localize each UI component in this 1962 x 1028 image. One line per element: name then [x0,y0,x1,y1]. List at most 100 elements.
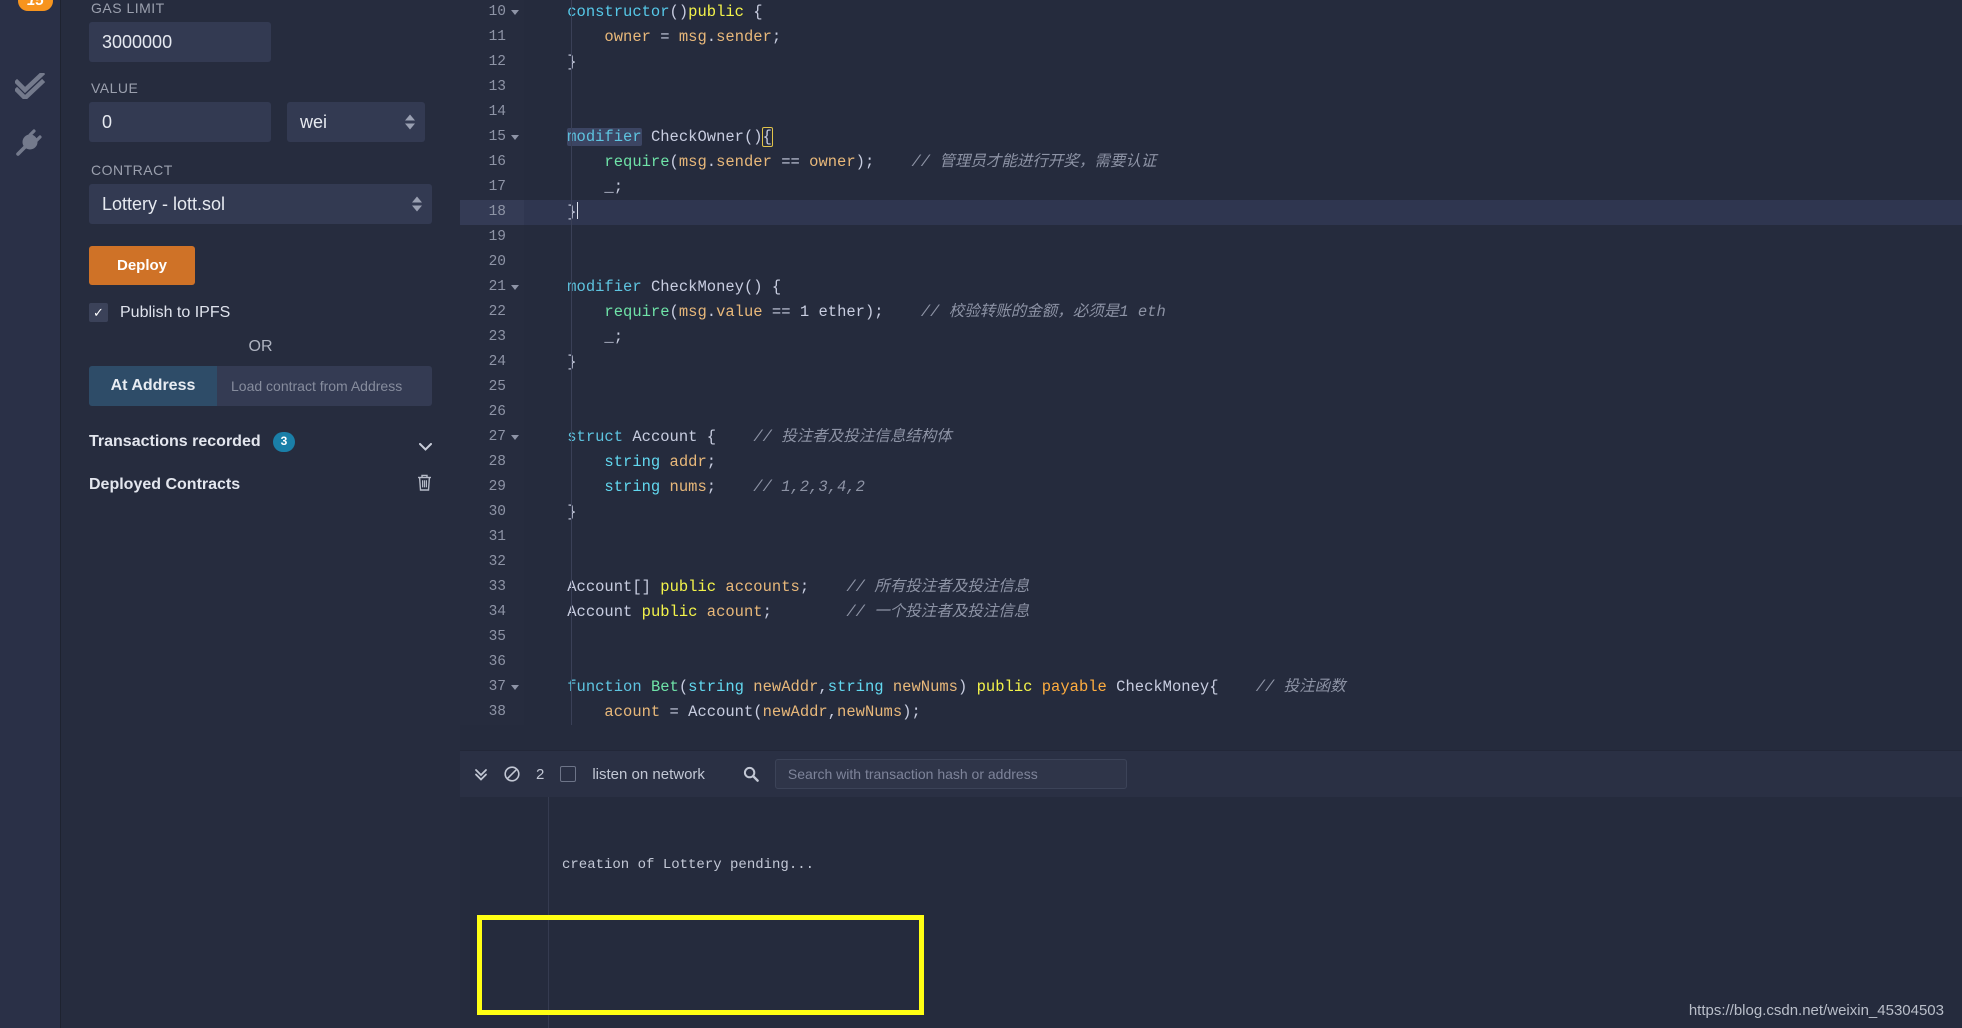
code-line[interactable]: 36 [460,650,1962,675]
code-line-text: Account public acount; // 一个投注者及投注信息 [524,600,1962,625]
deployed-contracts-label: Deployed Contracts [89,475,241,493]
chevron-down-icon[interactable] [419,438,432,451]
fold-arrow-icon[interactable] [511,135,519,140]
double-check-icon [15,73,45,99]
ban-icon[interactable] [504,766,520,782]
trash-icon[interactable] [417,474,432,496]
fold-arrow-icon[interactable] [511,435,519,440]
fold-arrow-icon[interactable] [511,10,519,15]
code-line[interactable]: 19 [460,225,1962,250]
code-line[interactable]: 17 _; [460,175,1962,200]
code-line[interactable]: 15 modifier CheckOwner(){ [460,125,1962,150]
at-address-button[interactable]: At Address [89,366,217,406]
terminal-log-count: 2 [536,765,545,783]
search-icon[interactable] [743,766,759,782]
code-line[interactable]: 20 [460,250,1962,275]
code-editor[interactable]: 10 constructor()public {11 owner = msg.s… [460,0,1962,733]
code-line[interactable]: 38 acount = Account(newAddr,newNums); [460,700,1962,725]
line-number: 26 [460,400,524,425]
line-number: 36 [460,650,524,675]
value-unit-label: wei [300,111,328,132]
line-number: 21 [460,275,524,300]
watermark-url: https://blog.csdn.net/weixin_45304503 [1688,1002,1944,1019]
code-line[interactable]: 10 constructor()public { [460,0,1962,25]
line-number: 22 [460,300,524,325]
line-number: 17 [460,175,524,200]
code-line[interactable]: 13 [460,75,1962,100]
pending-highlight-box [477,915,924,1015]
code-line[interactable]: 31 [460,525,1962,550]
code-line-text: _; [524,175,1962,200]
rail-item-compile[interactable] [0,58,60,114]
code-line[interactable]: 22 require(msg.value == 1 ether); // 校验转… [460,300,1962,325]
code-line-text: modifier CheckMoney() { [524,275,1962,300]
gas-limit-input[interactable] [89,22,271,62]
value-input[interactable] [89,102,271,142]
publish-to-ipfs-row[interactable]: ✓ Publish to IPFS [89,303,432,322]
deployed-contracts-section[interactable]: Deployed Contracts [89,474,432,496]
transactions-count-badge: 3 [272,432,296,452]
transaction-search-input[interactable] [774,759,1127,789]
code-line[interactable]: 28 string addr; [460,450,1962,475]
line-number: 16 [460,150,524,175]
code-line-text [524,375,1962,400]
code-line-text [524,550,1962,575]
contract-selected-label: Lottery - lott.sol [102,193,226,214]
publish-ipfs-checkbox[interactable]: ✓ [89,303,108,322]
line-number: 38 [460,700,524,725]
code-line[interactable]: 34 Account public acount; // 一个投注者及投注信息 [460,600,1962,625]
code-line[interactable]: 33 Account[] public accounts; // 所有投注者及投… [460,575,1962,600]
code-line[interactable]: 11 owner = msg.sender; [460,25,1962,50]
line-number: 14 [460,100,524,125]
code-line[interactable]: 37 function Bet(string newAddr,string ne… [460,675,1962,700]
code-line[interactable]: 30 } [460,500,1962,525]
code-line-text: } [524,350,1962,375]
code-line[interactable]: 16 require(msg.sender == owner); // 管理员才… [460,150,1962,175]
load-contract-address-input[interactable] [217,366,432,406]
line-number: 19 [460,225,524,250]
line-number: 12 [460,50,524,75]
terminal-output[interactable]: creation of Lottery pending... [460,797,1962,1028]
code-line[interactable]: 23 _; [460,325,1962,350]
code-line-text [524,400,1962,425]
contract-select[interactable]: Lottery - lott.sol [89,184,432,224]
fold-arrow-icon[interactable] [511,685,519,690]
code-line[interactable]: 21 modifier CheckMoney() { [460,275,1962,300]
code-line[interactable]: 27 struct Account { // 投注者及投注信息结构体 [460,425,1962,450]
line-number: 23 [460,325,524,350]
code-line-text: _; [524,325,1962,350]
line-number: 37 [460,675,524,700]
rail-item-notifications[interactable]: 15 [0,0,60,58]
line-number: 25 [460,375,524,400]
code-line-text: } [524,200,1962,225]
code-line[interactable]: 26 [460,400,1962,425]
terminal-toolbar: 2 listen on network [460,750,1962,797]
code-line-text [524,250,1962,275]
chevrons-down-icon[interactable] [474,767,488,781]
code-line[interactable]: 35 [460,625,1962,650]
deploy-run-panel: GAS LIMIT VALUE wei CONTRACT Lottery - l… [60,0,460,1028]
transactions-recorded-label: Transactions recorded [89,432,261,450]
code-line[interactable]: 14 [460,100,1962,125]
code-line[interactable]: 18 } [460,200,1962,225]
fold-arrow-icon[interactable] [511,285,519,290]
line-number: 27 [460,425,524,450]
code-line[interactable]: 12 } [460,50,1962,75]
code-line-text: string nums; // 1,2,3,4,2 [524,475,1962,500]
code-line-text: modifier CheckOwner(){ [524,125,1962,150]
remix-ide-window: 15 GAS LIMIT VALUE [0,0,1962,1028]
line-number: 11 [460,25,524,50]
code-line[interactable]: 24 } [460,350,1962,375]
listen-on-network-checkbox[interactable] [560,766,577,782]
code-line-text: constructor()public { [524,0,1962,25]
deploy-button[interactable]: Deploy [89,246,196,285]
code-line[interactable]: 25 [460,375,1962,400]
value-unit-select[interactable]: wei [287,102,425,142]
rail-item-plugins[interactable] [0,114,60,170]
code-line-text: acount = Account(newAddr,newNums); [524,700,1962,725]
transactions-recorded-section[interactable]: Transactions recorded 3 [89,432,432,452]
line-number: 32 [460,550,524,575]
code-line[interactable]: 29 string nums; // 1,2,3,4,2 [460,475,1962,500]
code-line-text [524,625,1962,650]
code-line[interactable]: 32 [460,550,1962,575]
